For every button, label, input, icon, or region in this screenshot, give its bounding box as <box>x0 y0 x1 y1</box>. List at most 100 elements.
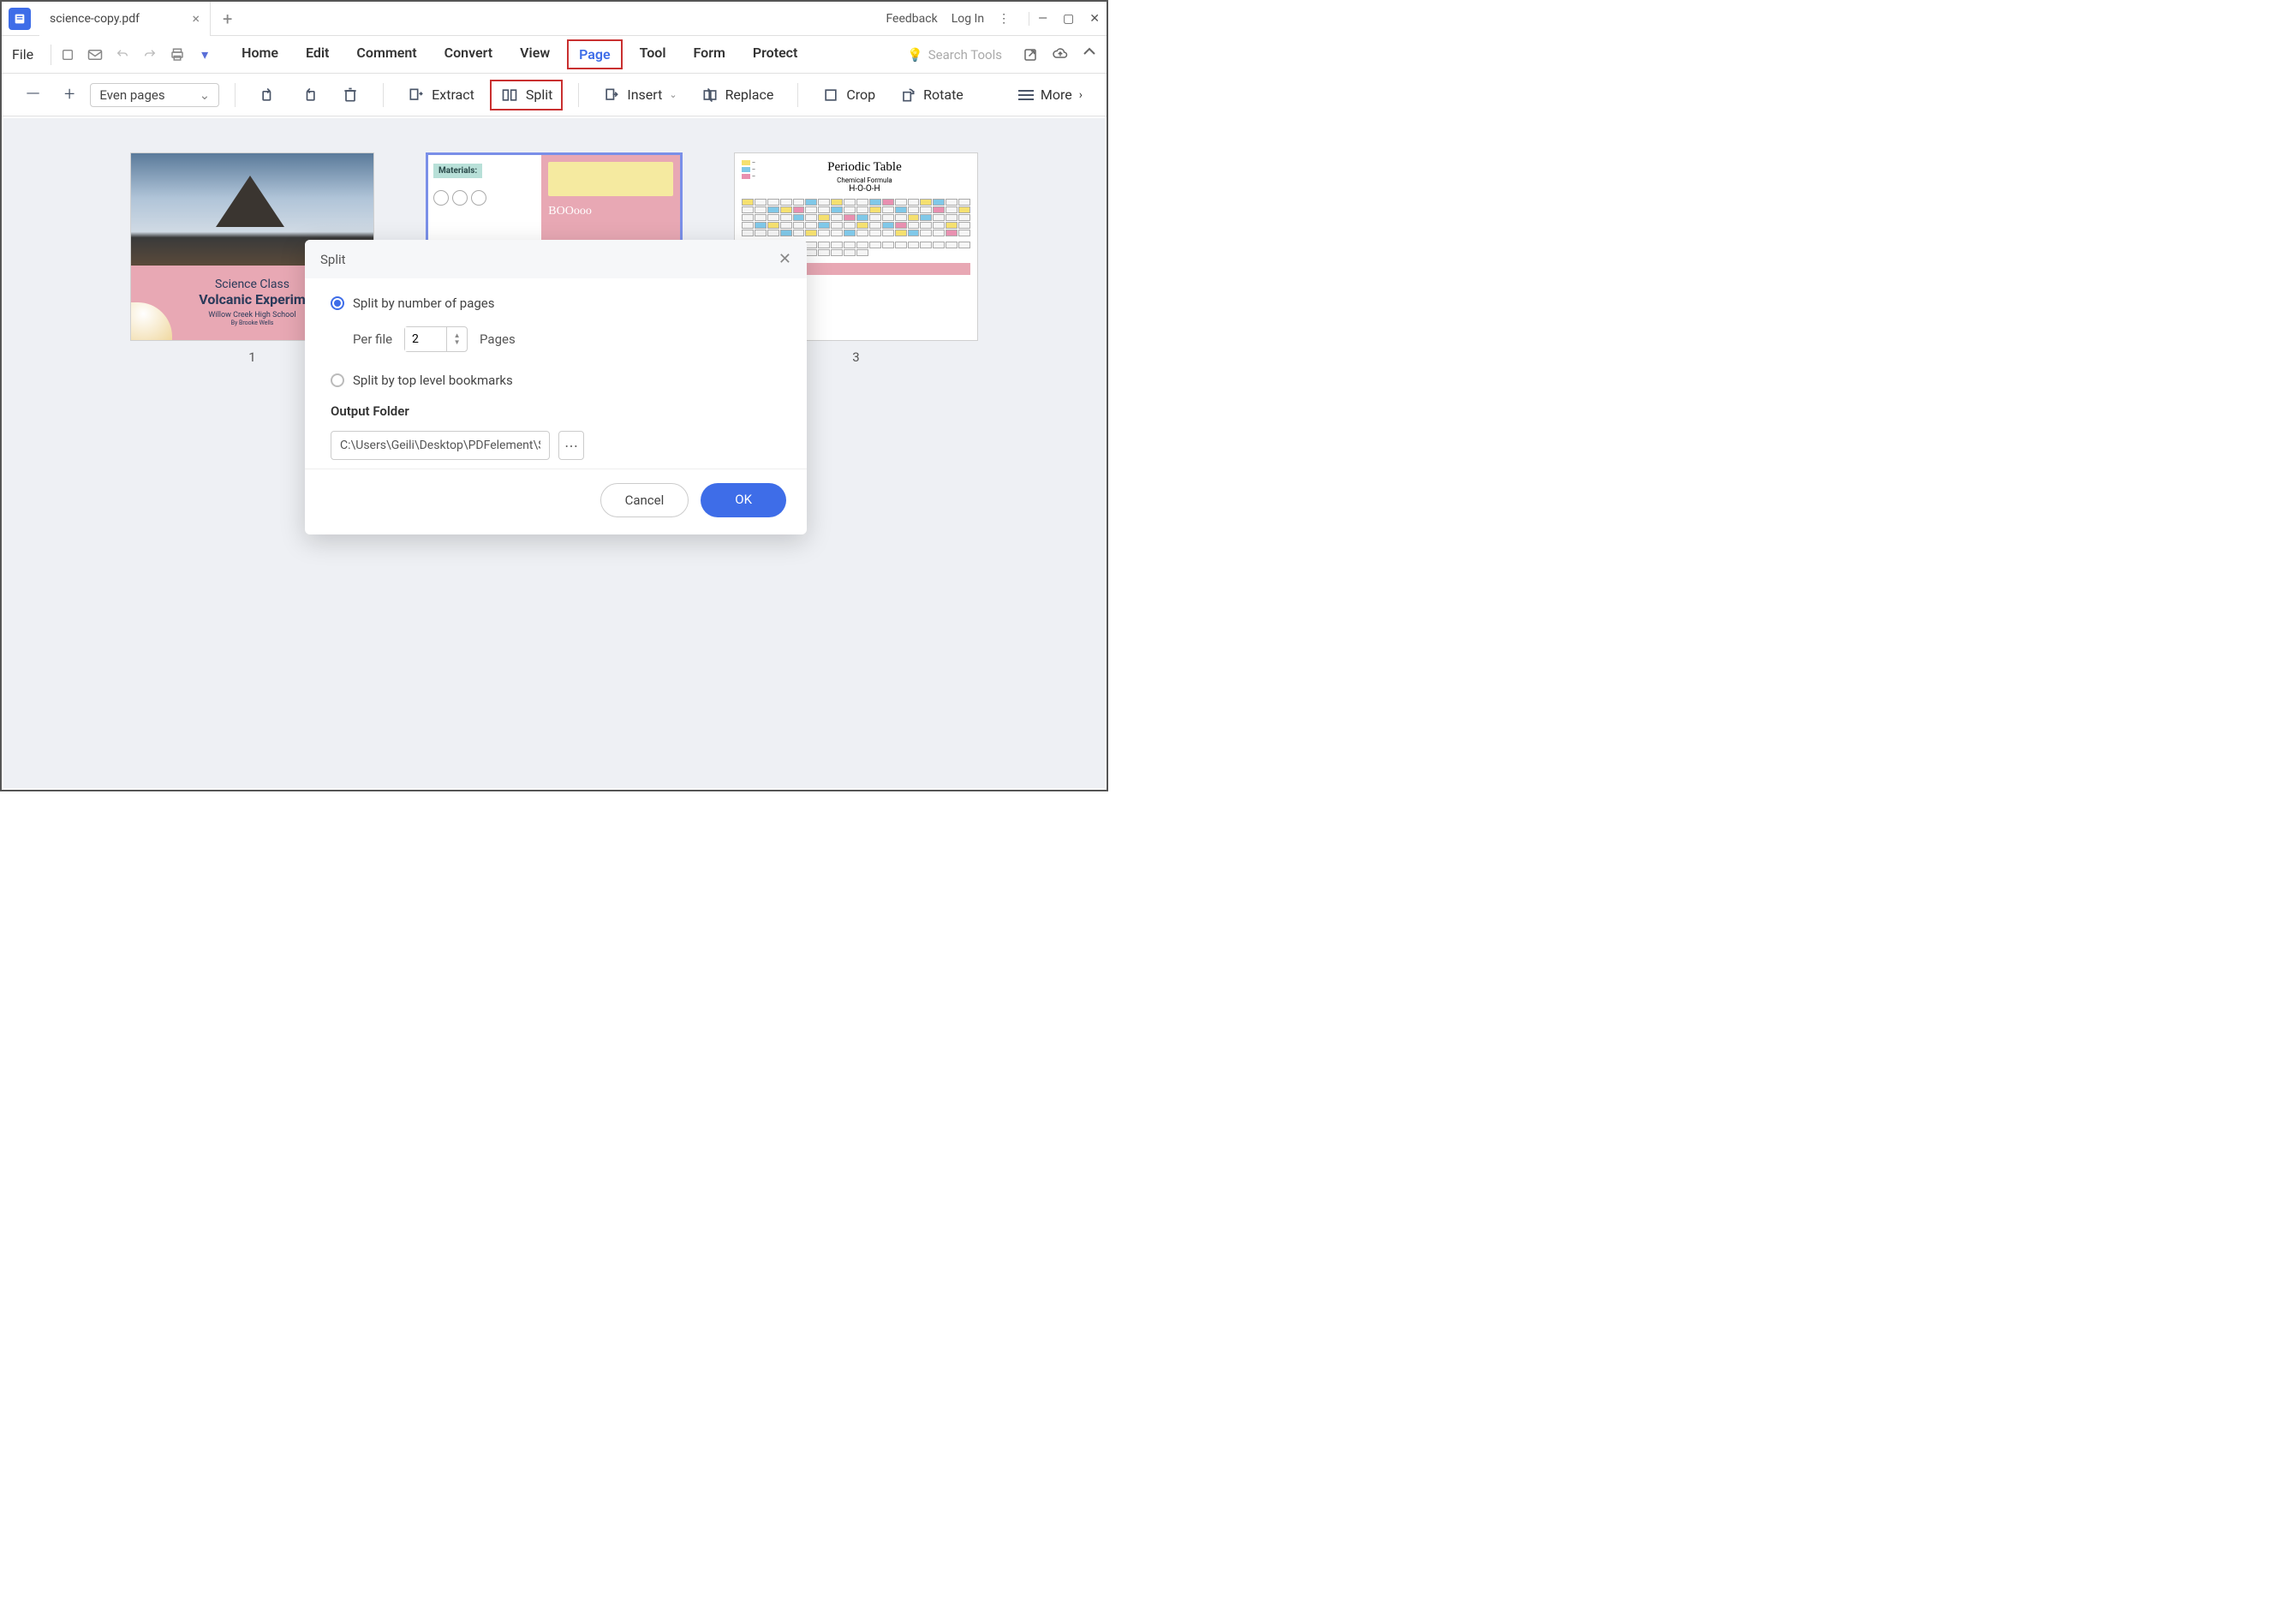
dialog-close-icon[interactable]: ✕ <box>779 250 791 268</box>
radio-icon <box>331 296 344 310</box>
spinner-down-icon[interactable]: ▼ <box>447 339 467 346</box>
radio-split-by-pages[interactable]: Split by number of pages <box>331 296 781 311</box>
divider <box>235 83 236 107</box>
thumb3-sub: Chemical Formula <box>759 176 970 184</box>
pages-label: Pages <box>480 331 516 347</box>
rotate-left-icon[interactable] <box>251 81 285 109</box>
menu-page[interactable]: Page <box>567 39 622 69</box>
zoom-in-button[interactable]: + <box>56 84 83 105</box>
more-label: More <box>1041 87 1072 103</box>
search-tools-input[interactable]: 💡 Search Tools <box>907 47 1002 63</box>
chevron-right-icon: › <box>1079 88 1083 102</box>
extract-icon <box>408 87 425 104</box>
pages-input[interactable] <box>405 327 446 351</box>
save-icon[interactable] <box>60 47 75 63</box>
qat-dropdown-icon[interactable]: ▾ <box>197 47 212 63</box>
pages-spinner[interactable]: ▲ ▼ <box>404 326 468 352</box>
main-menu: Home Edit Comment Convert View Page Tool… <box>231 39 808 69</box>
page-number-3: 3 <box>852 349 859 365</box>
page-toolbar: — + Even pages ⌄ Extract Split Insert ⌄ … <box>2 74 1107 116</box>
extract-button[interactable]: Extract <box>399 81 483 109</box>
rotate-right-icon[interactable] <box>292 81 326 109</box>
replace-button[interactable]: Replace <box>693 81 783 109</box>
more-icon <box>1018 89 1034 101</box>
close-window-icon[interactable]: ✕ <box>1089 12 1100 26</box>
cancel-button[interactable]: Cancel <box>600 483 689 517</box>
app-logo-icon <box>9 8 31 30</box>
collapse-ribbon-icon[interactable] <box>1083 47 1096 63</box>
page-number-1: 1 <box>248 349 255 365</box>
browse-folder-button[interactable]: ⋯ <box>558 431 584 460</box>
rotate-label: Rotate <box>923 87 963 103</box>
menu-comment[interactable]: Comment <box>346 39 427 69</box>
undo-icon[interactable] <box>115 47 130 63</box>
dropdown-value: Even pages <box>99 87 164 103</box>
feedback-link[interactable]: Feedback <box>886 12 937 26</box>
zoom-out-button[interactable]: — <box>17 84 49 105</box>
dialog-header: Split ✕ <box>305 240 807 278</box>
replace-icon <box>701 87 719 104</box>
tab-title: science-copy.pdf <box>50 12 140 26</box>
insert-icon <box>603 87 620 104</box>
thumb2-heading: Materials: <box>433 164 482 178</box>
file-menu[interactable]: File <box>12 46 33 63</box>
radio-label-2: Split by top level bookmarks <box>353 373 513 388</box>
radio-label-1: Split by number of pages <box>353 296 495 311</box>
crop-label: Crop <box>846 87 875 103</box>
login-link[interactable]: Log In <box>952 12 984 26</box>
replace-label: Replace <box>725 87 774 103</box>
rotate-icon <box>899 87 916 104</box>
lightbulb-icon: 💡 <box>907 47 923 63</box>
titlebar: science-copy.pdf × + Feedback Log In ⋮ —… <box>2 2 1107 36</box>
per-file-label: Per file <box>353 331 392 347</box>
maximize-icon[interactable]: ▢ <box>1063 12 1074 26</box>
cloud-icon[interactable] <box>1052 47 1069 63</box>
periodic-table-graphic <box>742 199 970 236</box>
crop-button[interactable]: Crop <box>814 81 884 109</box>
share-icon[interactable] <box>1023 47 1038 63</box>
more-menu-icon[interactable]: ⋮ <box>998 12 1010 26</box>
menu-form[interactable]: Form <box>683 39 736 69</box>
output-folder-label: Output Folder <box>331 403 781 419</box>
document-tab[interactable]: science-copy.pdf × <box>39 2 211 36</box>
menubar: File ▾ Home Edit Comment Convert View Pa… <box>2 36 1107 74</box>
radio-icon <box>331 373 344 387</box>
menu-view[interactable]: View <box>510 39 560 69</box>
rotate-button[interactable]: Rotate <box>891 81 972 109</box>
thumb2-text: BOOooo <box>548 205 673 218</box>
chevron-down-icon: ⌄ <box>669 89 677 100</box>
chevron-down-icon: ⌄ <box>200 87 211 103</box>
delete-page-icon[interactable] <box>333 81 367 109</box>
more-button[interactable]: More › <box>1010 81 1091 108</box>
search-placeholder: Search Tools <box>928 47 1002 63</box>
thumb3-formula: H-O-O-H <box>759 184 970 194</box>
page-filter-dropdown[interactable]: Even pages ⌄ <box>90 83 219 107</box>
menu-convert[interactable]: Convert <box>434 39 504 69</box>
split-icon <box>500 87 519 104</box>
divider <box>578 83 579 107</box>
mail-icon[interactable] <box>87 47 103 63</box>
divider <box>383 83 384 107</box>
dialog-title: Split <box>320 252 346 267</box>
menu-protect[interactable]: Protect <box>743 39 808 69</box>
divider <box>797 83 798 107</box>
insert-button[interactable]: Insert ⌄ <box>594 81 685 109</box>
thumb3-title: Periodic Table <box>759 160 970 175</box>
new-tab-button[interactable]: + <box>211 9 244 29</box>
menu-home[interactable]: Home <box>231 39 289 69</box>
radio-split-by-bookmarks[interactable]: Split by top level bookmarks <box>331 373 781 388</box>
split-dialog: Split ✕ Split by number of pages Per fil… <box>305 240 807 534</box>
minimize-icon[interactable]: — <box>1038 12 1047 26</box>
extract-label: Extract <box>432 87 474 103</box>
ok-button[interactable]: OK <box>701 483 786 517</box>
menu-edit[interactable]: Edit <box>295 39 339 69</box>
output-folder-input[interactable] <box>331 431 550 460</box>
split-button[interactable]: Split <box>490 80 564 110</box>
tab-close-icon[interactable]: × <box>192 10 200 27</box>
quick-access-toolbar: ▾ <box>60 47 212 63</box>
crop-icon <box>822 87 839 104</box>
redo-icon[interactable] <box>142 47 158 63</box>
print-icon[interactable] <box>170 47 185 63</box>
menu-tool[interactable]: Tool <box>629 39 677 69</box>
insert-label: Insert <box>627 87 662 103</box>
